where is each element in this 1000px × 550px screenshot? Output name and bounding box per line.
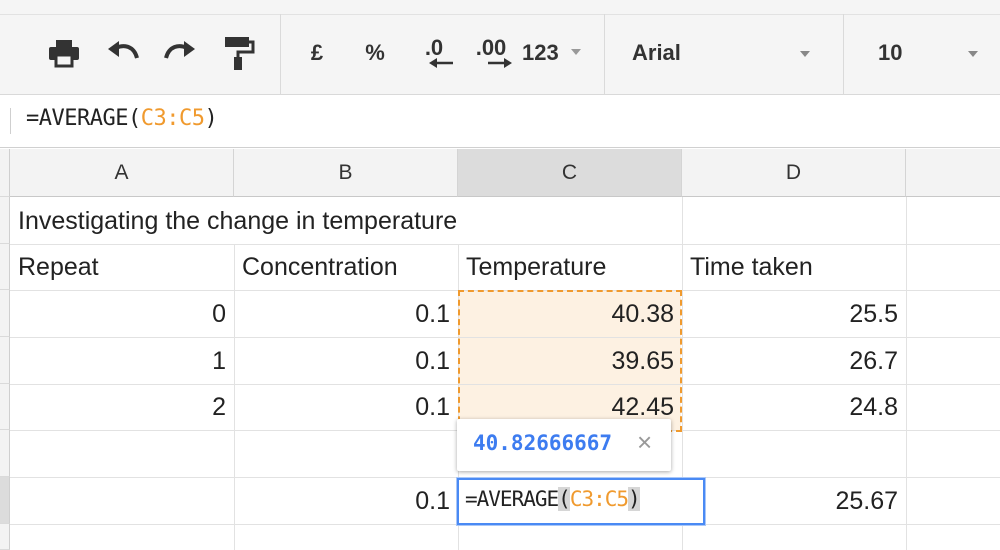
active-cell-formula[interactable]: =AVERAGE(C3:C5) (465, 487, 641, 511)
gridline (906, 197, 907, 550)
column-header-a[interactable]: A (10, 149, 234, 197)
cell-a1[interactable]: Investigating the change in temperature (10, 198, 682, 244)
cell-b2[interactable]: Concentration (234, 244, 458, 290)
row-header-selected[interactable] (0, 477, 10, 524)
close-icon[interactable]: × (637, 427, 652, 458)
toolbar: £ % .0 .00 123 Arial 10 (0, 0, 1000, 95)
formula-bar-edge (10, 108, 11, 134)
cell-a3[interactable]: 0 (10, 291, 234, 337)
percent-button[interactable]: % (358, 30, 392, 76)
arrow-left-icon (429, 58, 453, 68)
cell-c4[interactable]: 39.65 (458, 338, 682, 384)
undo-button[interactable] (103, 30, 143, 76)
paint-format-button[interactable] (218, 30, 258, 76)
redo-button[interactable] (160, 30, 200, 76)
active-cell-editor[interactable]: =AVERAGE(C3:C5) (457, 478, 705, 525)
row-header[interactable] (0, 290, 10, 337)
cell-b4[interactable]: 0.1 (234, 338, 458, 384)
font-size-label: 10 (878, 40, 903, 65)
formula-bar-text[interactable]: =AVERAGE(C3:C5) (26, 106, 218, 131)
cell-b7[interactable]: 0.1 (234, 478, 458, 524)
print-button[interactable] (44, 30, 84, 76)
redo-icon (164, 41, 195, 59)
number-format-caret-icon (571, 49, 581, 55)
column-header-e[interactable] (906, 149, 1000, 197)
font-family-dropdown[interactable]: Arial (632, 30, 822, 76)
editor-close-paren: ) (628, 487, 641, 511)
formula-result-tooltip: 40.82666667 × (457, 419, 671, 471)
cell-d5[interactable]: 24.8 (682, 384, 906, 430)
decrease-decimals-label: .0 (424, 35, 444, 60)
row-header[interactable] (0, 384, 10, 430)
editor-range: C3:C5 (569, 487, 629, 511)
currency-button[interactable]: £ (300, 30, 334, 76)
cell-a2[interactable]: Repeat (10, 244, 234, 290)
cell-d4[interactable]: 26.7 (682, 338, 906, 384)
font-family-label: Arial (632, 40, 681, 65)
print-icon (49, 40, 79, 68)
toolbar-divider (843, 14, 844, 95)
cell-a5[interactable]: 2 (10, 384, 234, 430)
increase-decimals-label: .00 (475, 35, 507, 60)
row-header[interactable] (0, 337, 10, 384)
row-header[interactable] (0, 524, 10, 550)
decrease-decimals-button[interactable]: .0 (412, 30, 456, 76)
formula-bar[interactable]: =AVERAGE(C3:C5) (0, 96, 1000, 148)
cell-d7[interactable]: 25.67 (682, 478, 906, 524)
column-header-b[interactable]: B (234, 149, 458, 197)
percent-label: % (365, 40, 385, 65)
editor-prefix: =AVERAGE (465, 487, 559, 511)
cell-c2[interactable]: Temperature (458, 244, 682, 290)
editor-open-paren: ( (558, 487, 571, 511)
cell-d3[interactable]: 25.5 (682, 291, 906, 337)
formula-prefix: =AVERAGE( (26, 106, 141, 131)
formula-range: C3:C5 (140, 106, 205, 131)
font-size-caret-icon (968, 51, 978, 57)
toolbar-divider (604, 14, 605, 95)
increase-decimals-button[interactable]: .00 (466, 30, 516, 76)
font-family-caret-icon (800, 51, 810, 57)
undo-icon (108, 41, 139, 59)
corner-cell[interactable] (0, 149, 10, 197)
row-header[interactable] (0, 430, 10, 477)
cell-b5[interactable]: 0.1 (234, 384, 458, 430)
toolbar-divider (280, 14, 281, 95)
formula-result-value: 40.82666667 (473, 431, 613, 455)
row-header[interactable] (0, 197, 10, 244)
toolbar-top-edge (0, 14, 1000, 15)
cell-a4[interactable]: 1 (10, 338, 234, 384)
column-header-c[interactable]: C (458, 149, 682, 197)
currency-label: £ (310, 40, 324, 65)
paint-format-icon (225, 37, 255, 70)
column-header-d[interactable]: D (682, 149, 906, 197)
cell-d2[interactable]: Time taken (682, 244, 906, 290)
row-header[interactable] (0, 244, 10, 290)
number-format-label: 123 (522, 40, 559, 65)
formula-suffix: ) (204, 106, 218, 131)
cell-c3[interactable]: 40.38 (458, 291, 682, 337)
arrow-right-icon (488, 58, 512, 68)
cell-b3[interactable]: 0.1 (234, 291, 458, 337)
